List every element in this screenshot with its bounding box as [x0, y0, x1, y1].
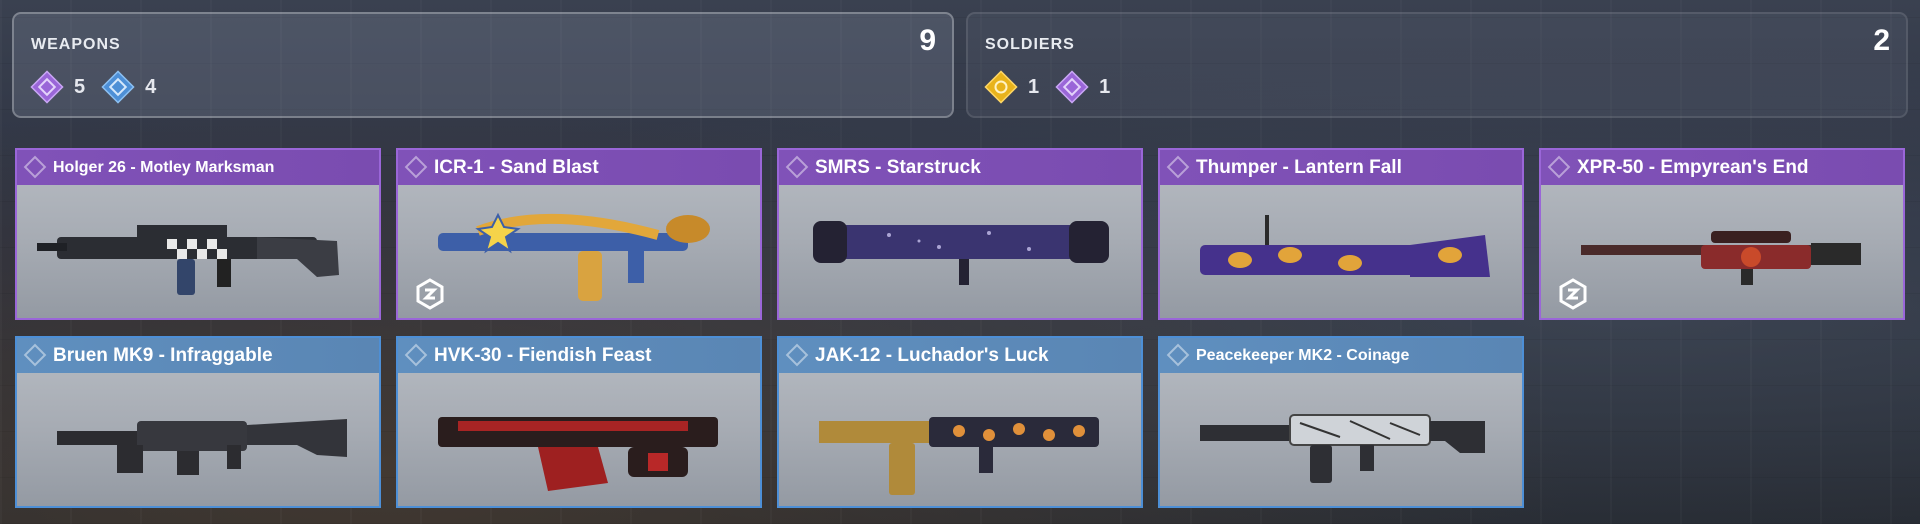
- rare-rarity-icon: [23, 343, 47, 367]
- legendary-rarity-icon: [984, 70, 1018, 104]
- item-name: XPR-50 - Empyrean's End: [1577, 156, 1809, 178]
- mastery-badge-icon: [416, 278, 444, 310]
- item-card-thumper[interactable]: Thumper - Lantern Fall: [1158, 148, 1524, 320]
- sniper-rifle-icon: [1541, 185, 1903, 318]
- item-card-xpr-50[interactable]: XPR-50 - Empyrean's End: [1539, 148, 1905, 320]
- item-card-jak-12[interactable]: JAK-12 - Luchador's Luck: [777, 336, 1143, 508]
- launcher-icon: [779, 185, 1141, 318]
- soldiers-epic-value: 1: [1099, 75, 1111, 98]
- item-name: HVK-30 - Fiendish Feast: [434, 344, 652, 366]
- epic-rarity-icon: [785, 155, 809, 179]
- weapons-rare-value: 4: [145, 75, 157, 98]
- rare-rarity-icon: [101, 70, 135, 104]
- item-name: Peacekeeper MK2 - Coinage: [1196, 346, 1410, 364]
- item-name: Thumper - Lantern Fall: [1196, 156, 1402, 178]
- item-card-smrs[interactable]: SMRS - Starstruck: [777, 148, 1143, 320]
- item-card-icr-1[interactable]: ICR-1 - Sand Blast: [396, 148, 762, 320]
- weapons-rare-count: 4: [101, 70, 156, 104]
- shotgun-icon: [779, 373, 1141, 506]
- soldiers-legendary-value: 1: [1028, 75, 1040, 98]
- rare-rarity-icon: [785, 343, 809, 367]
- weapons-epic-value: 5: [74, 75, 86, 98]
- epic-rarity-icon: [1055, 70, 1089, 104]
- weapons-total: 9: [919, 24, 936, 57]
- mastery-badge-icon: [1559, 278, 1587, 310]
- weapons-epic-count: 5: [30, 70, 85, 104]
- rare-rarity-icon: [404, 343, 428, 367]
- epic-rarity-icon: [1547, 155, 1571, 179]
- item-name: SMRS - Starstruck: [815, 156, 981, 178]
- assault-rifle-icon: [398, 185, 760, 318]
- soldiers-total: 2: [1873, 24, 1890, 57]
- soldiers-epic-count: 1: [1055, 70, 1110, 104]
- grenade-launcher-icon: [1160, 185, 1522, 318]
- item-name: JAK-12 - Luchador's Luck: [815, 344, 1049, 366]
- rare-rarity-icon: [1166, 343, 1190, 367]
- item-card-peacekeeper-mk2[interactable]: Peacekeeper MK2 - Coinage: [1158, 336, 1524, 508]
- assault-rifle-icon: [1160, 373, 1522, 506]
- epic-rarity-icon: [404, 155, 428, 179]
- soldiers-title: SOLDIERS: [985, 36, 1075, 53]
- item-name: ICR-1 - Sand Blast: [434, 156, 599, 178]
- item-name: Holger 26 - Motley Marksman: [53, 158, 275, 176]
- item-card-hvk-30[interactable]: HVK-30 - Fiendish Feast: [396, 336, 762, 508]
- weapons-summary-panel[interactable]: WEAPONS 9 5 4: [12, 12, 954, 118]
- epic-rarity-icon: [30, 70, 64, 104]
- item-card-bruen-mk9[interactable]: Bruen MK9 - Infraggable: [15, 336, 381, 508]
- item-card-holger-26[interactable]: Holger 26 - Motley Marksman: [15, 148, 381, 320]
- assault-rifle-icon: [17, 185, 379, 318]
- epic-rarity-icon: [1166, 155, 1190, 179]
- lmg-icon: [17, 373, 379, 506]
- epic-rarity-icon: [23, 155, 47, 179]
- soldiers-legendary-count: 1: [984, 70, 1039, 104]
- item-name: Bruen MK9 - Infraggable: [53, 344, 273, 366]
- weapons-title: WEAPONS: [31, 36, 121, 53]
- soldiers-summary-panel[interactable]: SOLDIERS 2 1 1: [966, 12, 1908, 118]
- assault-rifle-icon: [398, 373, 760, 506]
